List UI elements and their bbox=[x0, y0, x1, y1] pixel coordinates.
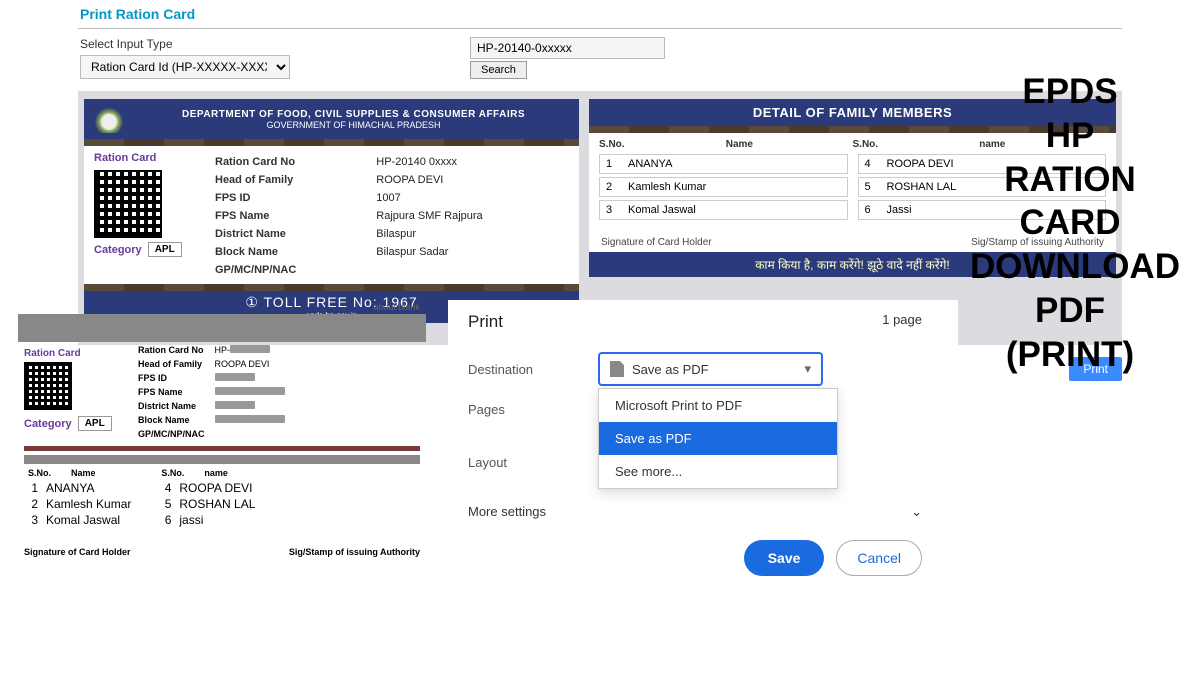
title-overlay: EPDS HP RATION CARD DOWNLOAD PDF (PRINT) bbox=[970, 70, 1170, 376]
preview-url: about:blank bbox=[18, 300, 426, 314]
destination-label: Destination bbox=[468, 362, 598, 377]
family-member: 2Kamlesh Kumar bbox=[599, 177, 848, 197]
more-settings[interactable]: More settings ⌄ bbox=[468, 494, 922, 530]
dropdown-option[interactable]: Microsoft Print to PDF bbox=[599, 389, 837, 422]
save-button[interactable]: Save bbox=[744, 540, 825, 576]
layout-label: Layout bbox=[468, 455, 598, 470]
ration-card-label: Ration Card bbox=[94, 152, 209, 164]
ration-card-fields: Ration Card NoHP-20140 0xxxx Head of Fam… bbox=[209, 152, 569, 280]
category-label: Category bbox=[94, 244, 142, 256]
family-member: 1ANANYA bbox=[599, 154, 848, 174]
page-title: Print Ration Card bbox=[0, 0, 1200, 28]
ration-card-input[interactable] bbox=[470, 37, 665, 59]
qr-code-icon bbox=[24, 362, 72, 410]
print-preview: about:blank Ration Card Category APL Rat… bbox=[18, 300, 426, 557]
dropdown-option[interactable]: See more... bbox=[599, 455, 837, 488]
pdf-icon bbox=[610, 361, 624, 377]
signature-holder: Signature of Card Holder bbox=[601, 237, 712, 248]
destination-dropdown: Microsoft Print to PDF Save as PDF See m… bbox=[598, 388, 838, 489]
print-dialog-title: Print bbox=[468, 312, 503, 332]
select-input-label: Select Input Type bbox=[80, 37, 290, 51]
family-member: 3Komal Jaswal bbox=[599, 200, 848, 220]
chevron-down-icon: ⌄ bbox=[911, 504, 922, 520]
dept-subtitle: GOVERNMENT OF HIMACHAL PRADESH bbox=[136, 120, 571, 130]
cancel-button[interactable]: Cancel bbox=[836, 540, 922, 576]
input-type-select[interactable]: Ration Card Id (HP-XXXXX-XXXX) bbox=[80, 55, 290, 79]
destination-select[interactable]: Save as PDF bbox=[598, 352, 823, 386]
page-count: 1 page bbox=[882, 312, 922, 332]
print-dialog: Print 1 page Destination Save as PDF Mic… bbox=[448, 300, 958, 584]
search-button[interactable]: Search bbox=[470, 61, 527, 79]
qr-code-icon bbox=[94, 170, 162, 238]
dept-title: DEPARTMENT OF FOOD, CIVIL SUPPLIES & CON… bbox=[136, 109, 571, 120]
pages-label: Pages bbox=[468, 402, 598, 417]
emblem-icon bbox=[92, 105, 126, 133]
dropdown-option[interactable]: Save as PDF bbox=[599, 422, 837, 455]
category-value: APL bbox=[148, 242, 182, 257]
